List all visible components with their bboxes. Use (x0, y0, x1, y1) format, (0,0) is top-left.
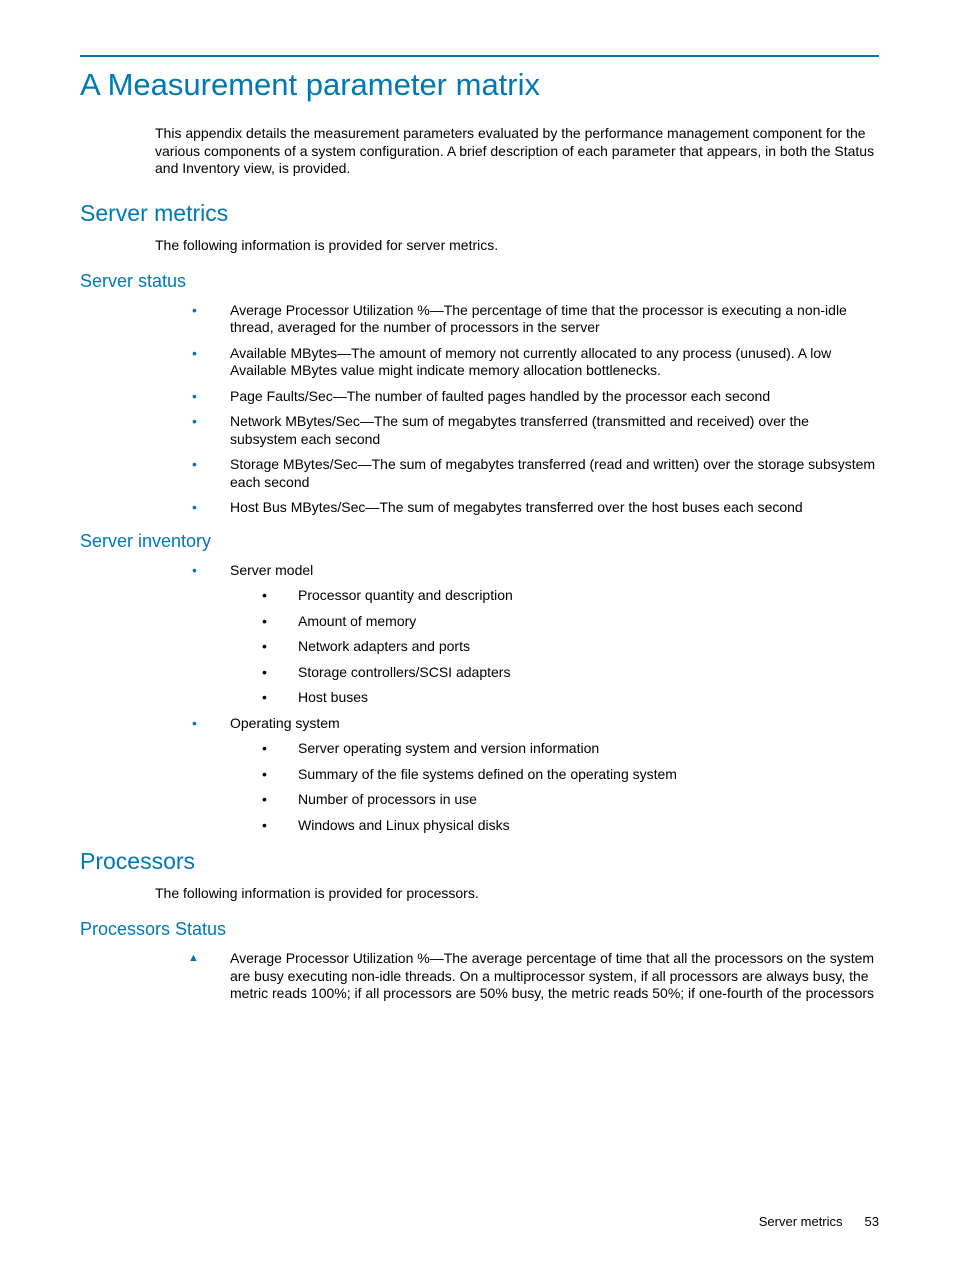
list-item: Average Processor Utilization %—The perc… (192, 302, 879, 337)
server-status-list: Average Processor Utilization %—The perc… (192, 302, 879, 517)
server-inventory-list: Server model (192, 562, 879, 580)
processors-status-list: Average Processor Utilization %—The aver… (192, 950, 879, 1003)
list-item: Server operating system and version info… (230, 740, 879, 758)
document-page: A Measurement parameter matrix This appe… (0, 0, 954, 1271)
server-status-heading: Server status (80, 271, 879, 292)
processors-intro: The following information is provided fo… (155, 885, 879, 901)
list-item: Average Processor Utilization %—The aver… (192, 950, 879, 1003)
server-inventory-list: Operating system (192, 715, 879, 733)
intro-paragraph: This appendix details the measurement pa… (155, 125, 879, 178)
server-inventory-sublist: Processor quantity and description Amoun… (230, 587, 879, 707)
list-item: Host buses (230, 689, 879, 707)
server-metrics-intro: The following information is provided fo… (155, 237, 879, 253)
processors-heading: Processors (80, 848, 879, 875)
top-rule (80, 55, 879, 57)
list-item: Available MBytes—The amount of memory no… (192, 345, 879, 380)
footer-section: Server metrics (759, 1214, 843, 1229)
list-item: Windows and Linux physical disks (230, 817, 879, 835)
list-item: Storage controllers/SCSI adapters (230, 664, 879, 682)
list-item: Storage MBytes/Sec—The sum of megabytes … (192, 456, 879, 491)
list-item: Operating system (192, 715, 879, 733)
list-item: Network adapters and ports (230, 638, 879, 656)
processors-status-heading: Processors Status (80, 919, 879, 940)
server-metrics-heading: Server metrics (80, 200, 879, 227)
list-item: Number of processors in use (230, 791, 879, 809)
list-item: Amount of memory (230, 613, 879, 631)
page-title: A Measurement parameter matrix (80, 67, 879, 103)
list-item: Network MBytes/Sec—The sum of megabytes … (192, 413, 879, 448)
list-item: Page Faults/Sec—The number of faulted pa… (192, 388, 879, 406)
list-item: Summary of the file systems defined on t… (230, 766, 879, 784)
list-item: Processor quantity and description (230, 587, 879, 605)
list-item: Server model (192, 562, 879, 580)
page-footer: Server metrics 53 (759, 1214, 879, 1229)
list-item: Host Bus MBytes/Sec—The sum of megabytes… (192, 499, 879, 517)
server-inventory-heading: Server inventory (80, 531, 879, 552)
footer-page-number: 53 (865, 1214, 879, 1229)
server-inventory-sublist: Server operating system and version info… (230, 740, 879, 834)
